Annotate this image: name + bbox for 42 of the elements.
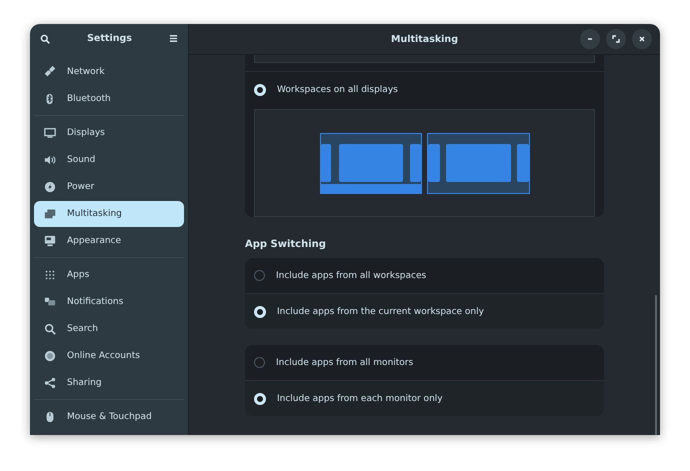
option-label: Include apps from each monitor only bbox=[277, 394, 443, 404]
sidebar-title: Settings bbox=[87, 33, 132, 44]
sidebar-item[interactable]: Bluetooth bbox=[34, 86, 184, 112]
sidebar-item[interactable]: Appearance bbox=[34, 228, 184, 254]
mouse-icon bbox=[44, 410, 56, 422]
monitor-icon bbox=[44, 126, 56, 138]
option-label: Include apps from all workspaces bbox=[276, 270, 426, 280]
power-icon bbox=[44, 180, 56, 192]
window-title: Multitasking bbox=[390, 34, 458, 44]
monitor-icon bbox=[44, 234, 56, 246]
sidebar-item[interactable]: Notifications bbox=[34, 288, 184, 314]
option-label: Include apps from the current workspace only bbox=[277, 306, 484, 316]
sidebar-item[interactable]: Search bbox=[34, 316, 184, 342]
sidebar-item[interactable]: Sound bbox=[34, 146, 184, 172]
network-icon bbox=[44, 66, 56, 78]
search-icon bbox=[44, 322, 56, 334]
grid-icon bbox=[44, 268, 56, 280]
sidebar-item[interactable]: Apps bbox=[34, 262, 184, 288]
close-icon bbox=[638, 35, 646, 43]
speaker-icon bbox=[44, 154, 56, 166]
share-icon bbox=[44, 376, 56, 388]
sidebar-item[interactable]: Power bbox=[34, 174, 184, 200]
section-heading: App Switching bbox=[245, 239, 327, 250]
sidebar-item[interactable]: Displays bbox=[34, 120, 184, 146]
scrollbar[interactable] bbox=[655, 295, 657, 435]
radio-button[interactable] bbox=[254, 270, 265, 281]
close-button[interactable] bbox=[632, 29, 652, 49]
maximize-icon bbox=[612, 35, 620, 43]
notification-icon bbox=[44, 296, 56, 308]
sidebar-item[interactable]: Network bbox=[34, 58, 184, 84]
radio-button[interactable] bbox=[254, 357, 265, 368]
menu-icon[interactable] bbox=[169, 34, 178, 43]
windows-icon bbox=[44, 208, 56, 220]
sidebar-item[interactable]: Multitasking bbox=[34, 200, 184, 226]
sidebar-item[interactable]: Mouse & Touchpad bbox=[34, 404, 184, 430]
search-icon[interactable] bbox=[40, 34, 50, 44]
globe-icon bbox=[44, 350, 56, 362]
sidebar-item[interactable]: Sharing bbox=[34, 370, 184, 396]
sidebar-item[interactable]: Online Accounts bbox=[34, 342, 184, 368]
option-label: Workspaces on all displays bbox=[277, 84, 398, 94]
option-label: Include apps from all monitors bbox=[276, 358, 414, 368]
maximize-button[interactable] bbox=[606, 29, 626, 49]
